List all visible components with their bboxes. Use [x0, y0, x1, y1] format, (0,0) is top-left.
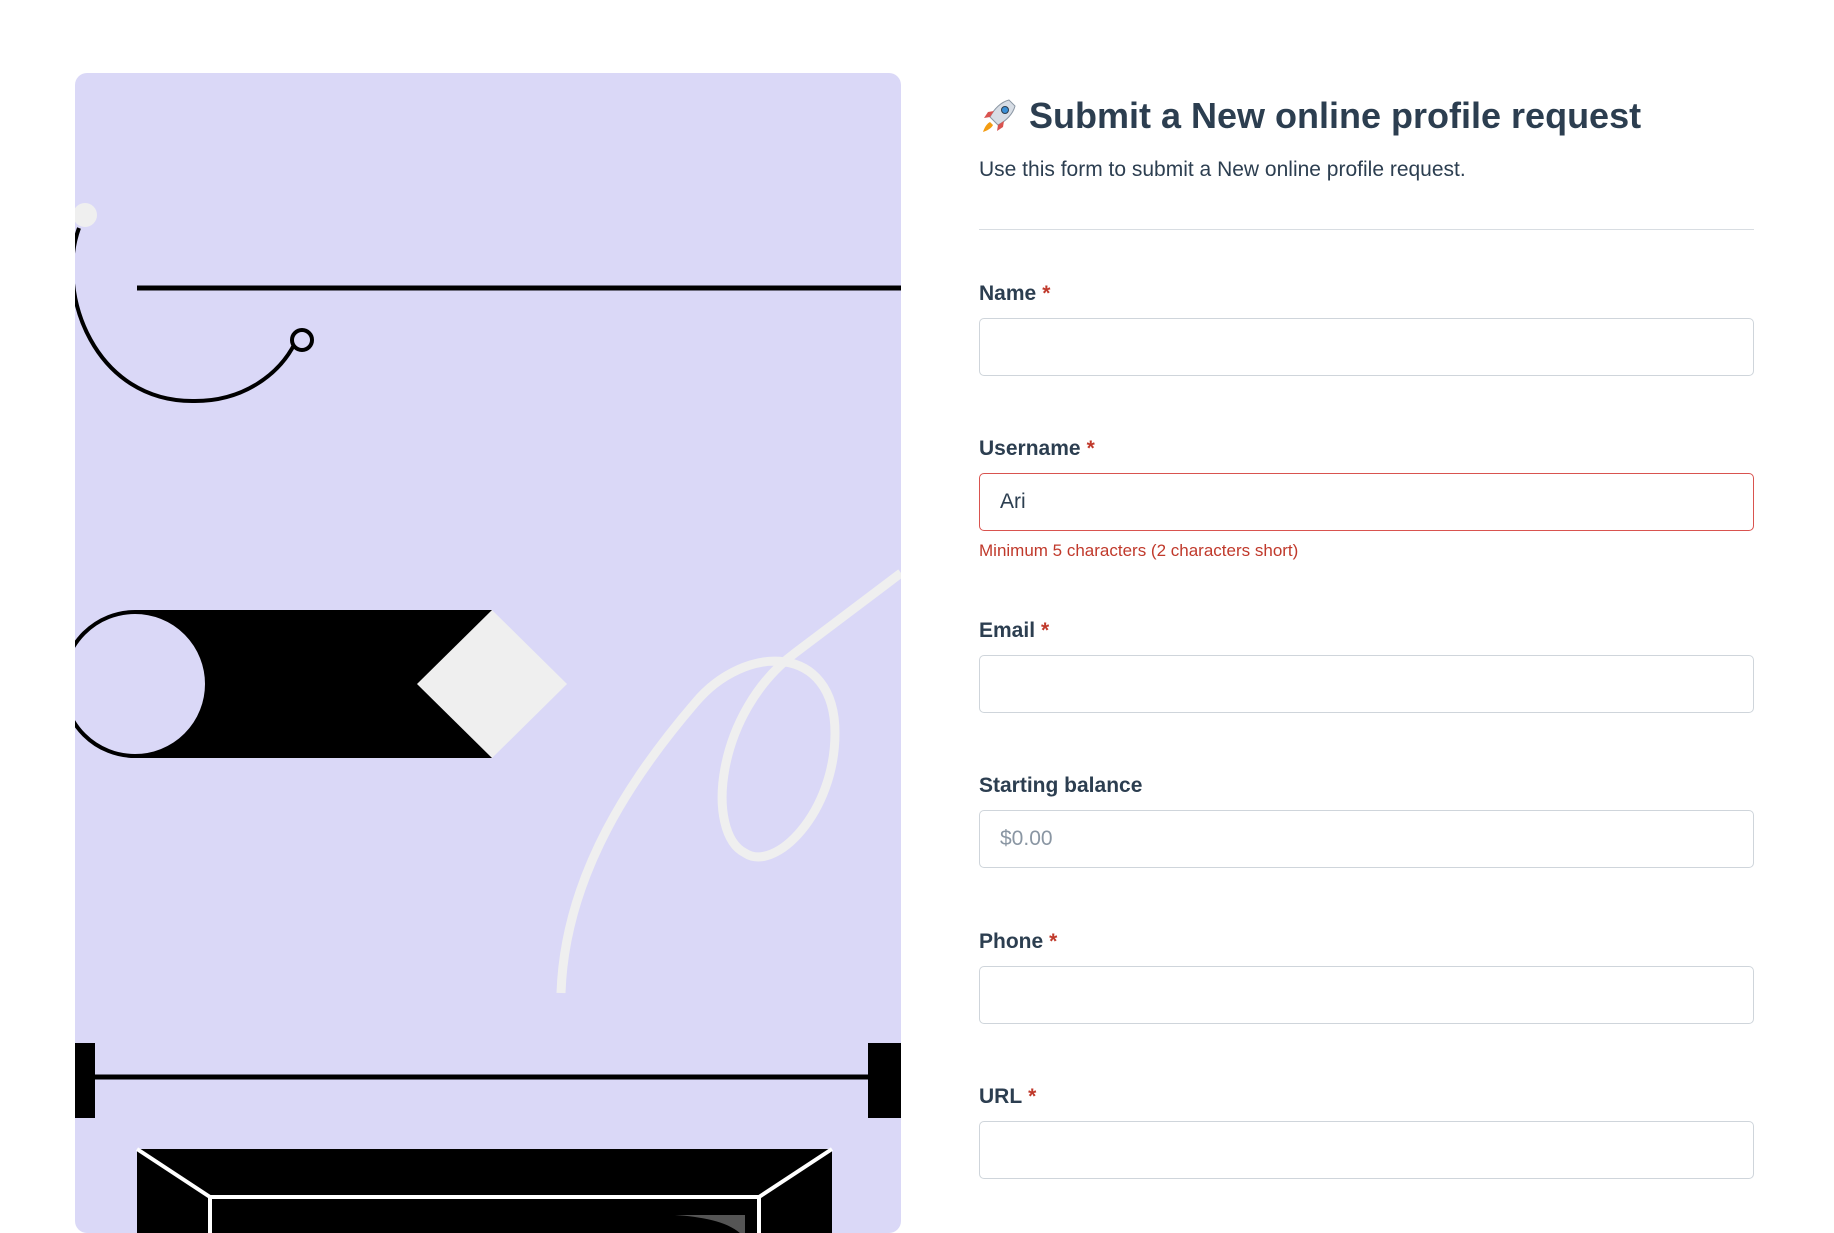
rocket-icon: [979, 96, 1019, 136]
url-label: URL *: [979, 1085, 1037, 1108]
form-subtitle: Use this form to submit a New online pro…: [979, 158, 1466, 181]
starting-balance-label: Starting balance: [979, 774, 1143, 797]
divider: [979, 229, 1754, 230]
name-field: Name *: [979, 280, 1754, 376]
username-input[interactable]: [979, 473, 1754, 531]
profile-request-form: Submit a New online profile request Use …: [979, 90, 1754, 1179]
phone-field: Phone *: [979, 928, 1754, 1024]
required-marker: *: [1049, 930, 1058, 953]
barbell-left-end-shape: [75, 1043, 95, 1118]
abstract-shapes-illustration: [75, 203, 901, 1233]
small-dot-shape: [75, 203, 97, 227]
email-field: Email *: [979, 617, 1754, 713]
form-title: Submit a New online profile request: [979, 90, 1754, 142]
username-field: Username * Minimum 5 characters (2 chara…: [979, 435, 1754, 561]
decorative-illustration-panel: [75, 73, 901, 1233]
circle-shape: [75, 610, 209, 758]
loop-swirl-shape: [556, 569, 901, 994]
required-marker: *: [1086, 437, 1095, 460]
required-marker: *: [1028, 1085, 1037, 1108]
barbell-right-end-shape: [868, 1043, 901, 1118]
url-input[interactable]: [979, 1121, 1754, 1179]
form-title-text: Submit a New online profile request: [1029, 95, 1642, 136]
starting-balance-field: Starting balance: [979, 772, 1754, 868]
username-error-message: Minimum 5 characters (2 characters short…: [979, 541, 1299, 560]
name-input[interactable]: [979, 318, 1754, 376]
phone-label: Phone *: [979, 930, 1058, 953]
ring-end-shape: [290, 328, 314, 352]
url-field: URL *: [979, 1083, 1754, 1179]
required-marker: *: [1041, 619, 1050, 642]
email-input[interactable]: [979, 655, 1754, 713]
phone-input[interactable]: [979, 966, 1754, 1024]
username-label: Username *: [979, 437, 1095, 460]
required-marker: *: [1042, 282, 1051, 305]
curve-shape: [75, 227, 297, 404]
name-label: Name *: [979, 282, 1051, 305]
email-label: Email *: [979, 619, 1050, 642]
starting-balance-input[interactable]: [979, 810, 1754, 868]
